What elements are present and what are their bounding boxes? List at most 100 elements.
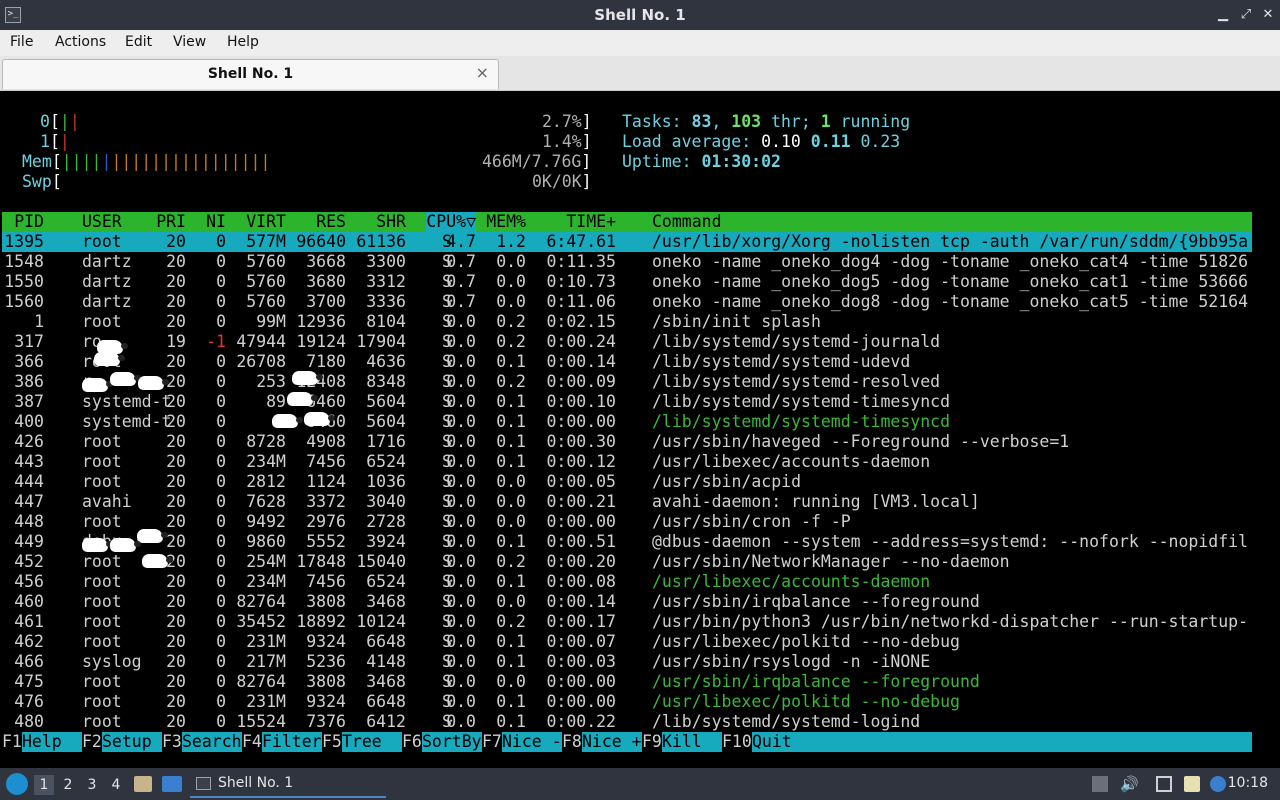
show-desktop-icon[interactable]: [162, 776, 182, 792]
process-row[interactable]: 1395 root 20 0 577M 96640 61136 S 4.7 1.2 6:47.61/…: [2, 232, 1252, 252]
fkey-f1[interactable]: F1: [2, 732, 22, 752]
column-header-pri[interactable]: PRI: [156, 212, 186, 232]
minimize-icon[interactable]: ▁: [1214, 6, 1232, 24]
process-row[interactable]: 449debu200986055523924S0.00.10:00.51@dbu…: [2, 532, 1252, 552]
column-header-pid[interactable]: PID: [14, 212, 44, 232]
fkey-action-search[interactable]: Search: [182, 732, 242, 752]
fkey-f7[interactable]: F7: [482, 732, 502, 752]
workspace-3[interactable]: 3: [82, 775, 102, 795]
clipboard-icon[interactable]: [1184, 776, 1200, 792]
column-header-cpu[interactable]: CPU%▽: [426, 212, 476, 232]
cell-time: 0:00.09: [546, 372, 616, 391]
cell-mem: 0.1: [496, 412, 526, 431]
column-header-ni[interactable]: NI: [206, 212, 226, 232]
process-row[interactable]: 1560 dartz 20 0 5760 3700 3336 S 0.7 0.0 0:11.06 on…: [2, 292, 1252, 312]
process-row[interactable]: 444 root 20 0 2812 1124 1036 S 0.0 0.0 0:00.05/usr…: [2, 472, 1252, 492]
updates-icon[interactable]: [1210, 776, 1226, 792]
fkey-action-sortby[interactable]: SortBy: [422, 732, 482, 752]
workspace-2[interactable]: 2: [58, 775, 78, 795]
process-row[interactable]: 466 syslog 20 0 217M 5236 4148 S 0.0 0.1 0:00.03/u…: [2, 652, 1252, 672]
fkey-f5[interactable]: F5: [322, 732, 342, 752]
start-menu-icon[interactable]: [6, 773, 28, 795]
cell-cmd: /lib/systemd/systemd-timesyncd: [652, 412, 951, 431]
menu-view[interactable]: View: [173, 34, 206, 50]
menu-file[interactable]: File: [10, 34, 33, 50]
menu-actions[interactable]: Actions: [55, 34, 106, 50]
fkey-f10[interactable]: F10: [722, 732, 752, 752]
cell-pid: 449: [14, 532, 44, 551]
column-header-time[interactable]: TIME+: [566, 212, 616, 232]
process-row[interactable]: 443 root 20 0 234M 7456 6524 S 0.0 0.1 0:00.12/usr…: [2, 452, 1252, 472]
column-header-virt[interactable]: VIRT: [246, 212, 286, 232]
fkey-f9[interactable]: F9: [642, 732, 662, 752]
tray-indicator-icon[interactable]: [1092, 776, 1108, 792]
column-header-mem[interactable]: MEM%: [486, 212, 526, 232]
fkey-action-help[interactable]: Help: [22, 732, 62, 752]
cell-cpu: 4.7: [446, 232, 476, 251]
cell-cpu: 0.0: [446, 412, 476, 431]
cell-virt: 231M: [246, 692, 286, 711]
cell-time: 0:00.17: [546, 612, 616, 631]
process-row[interactable]: 1548 dartz 20 0 5760 3668 3300 S 0.7 0.0 0:11.35 on…: [2, 252, 1252, 272]
cell-time: 0:02.15: [546, 312, 616, 331]
fkey-f6[interactable]: F6: [402, 732, 422, 752]
process-row[interactable]: 456 root 20 0 234M 7456 6524 S 0.0 0.1 0:00.08/usr…: [2, 572, 1252, 592]
fkey-action-quit[interactable]: Quit: [752, 732, 792, 752]
process-row[interactable]: 387 systemd-t 20 0 89 6460 5604 S 0.0 0.1 0:00.10/…: [2, 392, 1252, 412]
fkey-action-tree[interactable]: Tree: [342, 732, 382, 752]
column-header-shr[interactable]: SHR: [376, 212, 406, 232]
process-row[interactable]: 447 avahi 20 0 7628 3372 3040 S 0.0 0.0 0:00.21 ava…: [2, 492, 1252, 512]
fkey-f3[interactable]: F3: [162, 732, 182, 752]
process-row[interactable]: 366root2002670871804636S0.00.10:00.14/li…: [2, 352, 1252, 372]
fkey-action-kill[interactable]: Kill: [662, 732, 702, 752]
tab-close-icon[interactable]: ×: [476, 63, 489, 82]
process-row[interactable]: 476 root 20 0 231M 9324 6648 S 0.0 0.1 0:00.00/usr…: [2, 692, 1252, 712]
process-row[interactable]: 426 root 20 0 8728 4908 1716 S 0.0 0.1 0:00.30/usr…: [2, 432, 1252, 452]
volume-icon[interactable]: 🔊: [1120, 776, 1139, 792]
fkey-f2[interactable]: F2: [82, 732, 102, 752]
fkey-action-nice[interactable]: Nice +: [582, 732, 642, 752]
process-row[interactable]: 480 root 20 0 15524 7376 6412 S 0.0 0.1 0:00.22/li…: [2, 712, 1252, 732]
fkey-f4[interactable]: F4: [242, 732, 262, 752]
process-row[interactable]: 1 root 20 0 99M 12936 8104 S 0.0 0.2 0:02.15/sbin/…: [2, 312, 1252, 332]
cell-time: 0:00.00: [546, 692, 616, 711]
process-row[interactable]: 317 ro 19 -1 47944 19124 17904 S 0.0 0.2 0:00.24/l…: [2, 332, 1252, 352]
terminal-area[interactable]: 0[|| 2.7%] 1[| 1.4%] Mem[|||||||||||||||…: [2, 92, 1278, 759]
cell-time: 0:00.22: [546, 712, 616, 731]
tab-label: Shell No. 1: [207, 66, 294, 82]
menu-help[interactable]: Help: [227, 34, 259, 50]
cell-pri: 20: [166, 512, 186, 531]
process-row[interactable]: 462 root 20 0 231M 9324 6648 S 0.0 0.1 0:00.07/usr…: [2, 632, 1252, 652]
workspace-1[interactable]: 1: [34, 775, 54, 795]
process-row[interactable]: 400systemd-t200864605604S0.00.10:00.00/l…: [2, 412, 1252, 432]
cell-ni: 0: [216, 532, 226, 551]
process-row[interactable]: 475 root 20 0 82764 3808 3468 S 0.0 0.0 0:00.00/us…: [2, 672, 1252, 692]
taskbar-window-shell-1[interactable]: Shell No. 1: [190, 770, 386, 798]
oneko-sheep-icon: [110, 372, 141, 386]
cell-cmd: /usr/sbin/haveged --Foreground --verbose…: [652, 432, 1070, 451]
column-header-res[interactable]: RES: [316, 212, 346, 232]
window-titlebar[interactable]: >_ Shell No. 1 ▁ ⤢ ✕: [0, 0, 1280, 30]
cell-pri: 20: [166, 532, 186, 551]
process-row[interactable]: 448 root 20 0 9492 2976 2728 S 0.0 0.0 0:00.00/usr…: [2, 512, 1252, 532]
fkey-action-filter[interactable]: Filter: [262, 732, 322, 752]
process-row[interactable]: 460 root 20 0 82764 3808 3468 S 0.0 0.0 0:00.14/us…: [2, 592, 1252, 612]
cell-pri: 19: [166, 332, 186, 351]
network-icon[interactable]: [1156, 776, 1172, 792]
process-row[interactable]: 386r200253124088348S0.00.20:00.09/lib/sy…: [2, 372, 1252, 392]
cell-pid: 386: [14, 372, 44, 391]
fkey-f8[interactable]: F8: [562, 732, 582, 752]
menu-edit[interactable]: Edit: [125, 34, 152, 50]
process-row[interactable]: 461 root 20 0 35452 18892 10124 S 0.0 0.2 0:00.17/…: [2, 612, 1252, 632]
tab-shell-1[interactable]: Shell No. 1 ×: [2, 59, 499, 89]
maximize-icon[interactable]: ⤢: [1237, 6, 1255, 24]
fkey-action-setup[interactable]: Setup: [102, 732, 152, 752]
process-row[interactable]: 452 root 20 0 254M 17848 15040 S 0.0 0.2 0:00.20/u…: [2, 552, 1252, 572]
file-manager-icon[interactable]: [134, 776, 152, 792]
column-header-cmd[interactable]: Command: [652, 212, 722, 232]
column-header-user[interactable]: USER: [82, 212, 122, 232]
process-row[interactable]: 1550 dartz 20 0 5760 3680 3312 S 0.7 0.0 0:10.73 on…: [2, 272, 1252, 292]
close-icon[interactable]: ✕: [1259, 6, 1277, 24]
workspace-4[interactable]: 4: [106, 775, 126, 795]
fkey-action-nice[interactable]: Nice -: [502, 732, 562, 752]
